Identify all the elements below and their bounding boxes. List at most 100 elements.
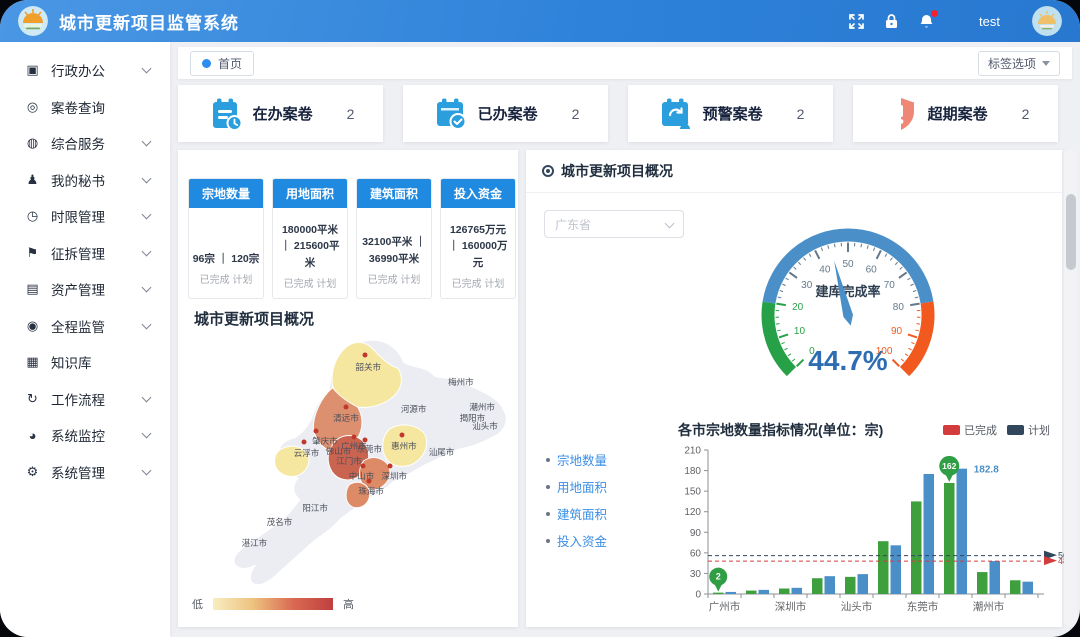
city-label: 云浮市 [294, 447, 320, 459]
sidebar-item-asset[interactable]: ▤资产管理 [0, 271, 170, 308]
monitor-icon: ◕ [24, 428, 41, 443]
svg-text:2: 2 [716, 572, 721, 582]
lock-icon[interactable] [883, 13, 900, 30]
chevron-down-icon [1042, 61, 1050, 66]
svg-text:150: 150 [684, 487, 701, 498]
avatar[interactable] [1032, 6, 1062, 36]
tag-options-button[interactable]: 标签选项 [978, 51, 1060, 76]
calendar-check-icon [432, 95, 470, 133]
right-panel: 城市更新项目概况 广东省 0102030405060708090100建库完成率… [526, 150, 1062, 627]
sidebar-item-demolition[interactable]: ⚑征拆管理 [0, 235, 170, 272]
tab-home[interactable]: 首页 [190, 51, 254, 76]
summary-card-active-cases[interactable]: 在办案卷2 [178, 85, 383, 142]
city-label: 梅州市 [448, 376, 474, 388]
metric-link[interactable]: 宗地数量 [546, 446, 607, 473]
svg-text:120: 120 [684, 507, 701, 518]
svg-text:60: 60 [690, 548, 702, 559]
legend-item[interactable]: 已完成 [943, 422, 997, 438]
sidebar-item-label: 时限管理 [51, 206, 105, 226]
bell-icon[interactable] [918, 13, 935, 30]
metric-link-label: 用地面积 [557, 477, 607, 496]
province-select[interactable]: 广东省 [544, 210, 684, 238]
svg-text:180: 180 [684, 466, 701, 477]
sidebar-item-monitor[interactable]: ◕ 系统监控 [0, 417, 170, 454]
svg-text:东莞市: 东莞市 [907, 600, 939, 613]
legend-swatch [1007, 425, 1024, 435]
bar-chart-title: 各市宗地数量指标情况(单位：宗) [678, 420, 883, 440]
metric-link[interactable]: 投入资金 [546, 527, 607, 554]
notification-badge [931, 10, 938, 17]
province-select-value: 广东省 [555, 216, 591, 233]
bar-chart[interactable]: 0306090120150180210广州市深圳市汕头市东莞市潮州市564821… [666, 442, 1066, 624]
metric-link[interactable]: 用地面积 [546, 473, 607, 500]
chevron-down-icon [142, 64, 152, 74]
sidebar-item-admin-office[interactable]: ▣行政办公 [0, 52, 170, 89]
city-marker-dot [344, 405, 349, 410]
sidebar-item-label: 系统监控 [51, 425, 105, 445]
summary-card-count: 2 [572, 106, 580, 122]
map-legend: 低 高 [192, 596, 354, 612]
city-label: 珠海市 [358, 485, 384, 497]
legend-item[interactable]: 计划 [1007, 422, 1050, 438]
summary-card-overdue-cases[interactable]: 超期案卷2 [853, 85, 1058, 142]
legend-label: 已完成 [964, 425, 997, 437]
svg-text:44.7%: 44.7% [808, 345, 887, 376]
summary-card-warning-cases[interactable]: 预警案卷2 [628, 85, 833, 142]
city-marker-dot [363, 352, 368, 357]
stat-box-value: 126765万元 ｜ 160000万元 [444, 222, 512, 271]
stat-box: 投入资金126765万元 ｜ 160000万元已完成 计划 [440, 178, 516, 299]
stat-box-value: 96宗 ｜ 120宗 [192, 251, 260, 267]
chevron-down-icon [142, 246, 152, 256]
summary-card-count: 2 [347, 106, 355, 122]
sidebar-item-workflow[interactable]: ↻工作流程 [0, 381, 170, 418]
file-search-icon: ◎ [24, 99, 41, 115]
city-label: 惠州市 [391, 440, 417, 452]
settings-icon: ⚙ [24, 464, 41, 480]
city-label: 中山市 [349, 470, 375, 482]
stat-box-caption: 已完成 计划 [276, 275, 344, 290]
sidebar-item-supervision[interactable]: ◉全程监管 [0, 308, 170, 345]
svg-text:潮州市: 潮州市 [973, 600, 1005, 613]
sidebar-item-label: 工作流程 [51, 389, 105, 409]
right-panel-title: 城市更新项目概况 [561, 161, 673, 181]
sidebar-item-label: 征拆管理 [51, 243, 105, 263]
legend-low-label: 低 [192, 596, 203, 612]
stat-box-title: 宗地数量 [189, 179, 263, 208]
city-marker-dot [388, 464, 393, 469]
bullet-icon [546, 512, 550, 516]
sidebar-item-secretary[interactable]: ♟我的秘书 [0, 162, 170, 199]
svg-text:30: 30 [690, 569, 702, 580]
sidebar-item-services[interactable]: ◍综合服务 [0, 125, 170, 162]
sidebar-item-system[interactable]: ⚙ 系统管理 [0, 454, 170, 491]
city-label: 深圳市 [382, 470, 408, 482]
summary-card-done-cases[interactable]: 已办案卷 2 [403, 85, 608, 142]
chevron-down-icon [142, 465, 152, 475]
guangdong-map[interactable]: 韶关市梅州市河源市潮州市揭阳市汕头市清远市肇庆市云浮市广州市佛山市东莞市惠州市汕… [184, 326, 512, 584]
shield-alert-icon [882, 95, 920, 133]
scrollbar-track[interactable] [1064, 150, 1077, 627]
svg-text:162: 162 [942, 461, 956, 471]
secretary-icon: ♟ [24, 172, 41, 188]
scrollbar-thumb[interactable] [1066, 194, 1076, 270]
stat-box: 宗地数量 96宗 ｜ 120宗已完成 计划 [188, 178, 264, 299]
sidebar-item-knowledge[interactable]: ▦知识库 [0, 344, 170, 381]
stat-box-title: 用地面积 [273, 179, 347, 208]
metric-link[interactable]: 建筑面积 [546, 500, 607, 527]
stat-box-caption: 已完成 计划 [192, 271, 260, 286]
stat-box-caption: 已完成 计划 [360, 271, 428, 286]
summary-card-label: 已办案卷 [478, 103, 538, 124]
legend-swatch [943, 425, 960, 435]
page-title: 城市更新项目监管系统 [59, 9, 239, 34]
sidebar-item-deadline[interactable]: ◷时限管理 [0, 198, 170, 235]
username[interactable]: test [979, 14, 1000, 29]
stat-boxes: 宗地数量96宗 ｜ 120宗已完成 计划用地面积180000平米 ｜ 21560… [188, 178, 516, 299]
bar-chart-legend: 已完成计划 [943, 422, 1050, 438]
sidebar-item-case-query[interactable]: ◎案卷查询 [0, 89, 170, 126]
clipboard-clock-icon [207, 95, 245, 133]
right-panel-header: 城市更新项目概况 [526, 150, 1062, 193]
sidebar: ▣行政办公◎案卷查询◍综合服务♟我的秘书◷时限管理⚑征拆管理▤资产管理◉全程监管… [0, 42, 170, 637]
svg-text:90: 90 [690, 528, 702, 539]
fullscreen-icon[interactable] [848, 13, 865, 30]
chevron-down-icon [142, 429, 152, 439]
sidebar-item-label: 系统管理 [51, 462, 105, 482]
